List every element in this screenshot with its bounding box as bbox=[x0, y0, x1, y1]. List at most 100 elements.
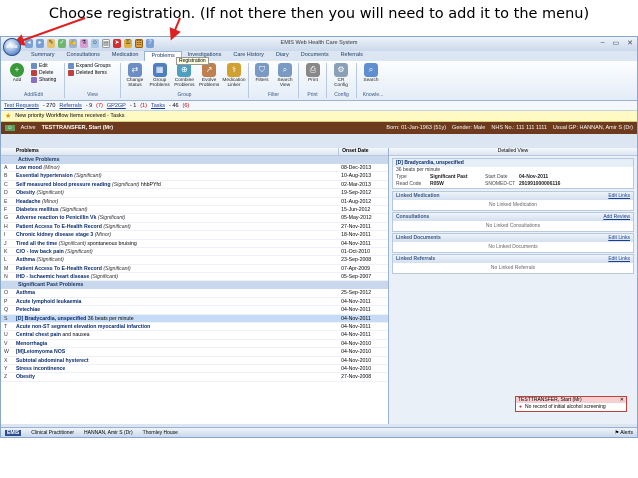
linked-section-action[interactable]: Edit Links bbox=[608, 192, 630, 200]
evolve-problems-button[interactable]: ↗ Evolve Problems bbox=[198, 63, 220, 88]
gp2gp-link[interactable]: GP2GP bbox=[107, 103, 126, 109]
printer-icon: ⎙ bbox=[306, 63, 320, 77]
problem-onset-date: 02-Mar-2013 bbox=[341, 181, 371, 188]
problem-row[interactable]: V Menorrhagia 04-Nov-2010 bbox=[1, 340, 388, 349]
bell-icon: ⚑ bbox=[614, 429, 620, 436]
linked-section-linked-referrals: Linked Referrals Edit Links No Linked Refe… bbox=[392, 254, 634, 274]
linked-section-action[interactable]: Edit Links bbox=[608, 234, 630, 242]
change-status-button[interactable]: ⇄ Change Status bbox=[124, 63, 146, 88]
problem-severity: (Significant) bbox=[58, 240, 86, 247]
problem-onset-date: 04-Nov-2010 bbox=[341, 357, 372, 364]
tab-summary[interactable]: Summary bbox=[25, 51, 61, 61]
problem-name: Asthma bbox=[15, 257, 35, 264]
problem-row[interactable]: W [M]Leiomyoma NOS 04-Nov-2010 bbox=[1, 348, 388, 357]
problem-onset-date: 04-Nov-2010 bbox=[341, 365, 372, 372]
problem-letter: U bbox=[4, 332, 8, 339]
problem-name: Central chest pain bbox=[15, 332, 61, 339]
knowledge-search-button[interactable]: ⌕ Search bbox=[360, 63, 382, 83]
problem-extra: spontaneous bruising bbox=[87, 240, 137, 247]
referrals-link[interactable]: Referrals bbox=[59, 103, 81, 109]
problem-row[interactable]: B Essential hypertension (Significant) 10… bbox=[1, 172, 388, 181]
problem-row[interactable]: I Chronic kidney disease stage 3 (Minor) … bbox=[1, 231, 388, 240]
group-problems-button[interactable]: ▦ Group Problems bbox=[149, 63, 171, 88]
expand-groups-button[interactable]: Expand Groups bbox=[68, 63, 117, 69]
tab-referrals[interactable]: Referrals bbox=[335, 51, 369, 61]
problem-name: Adverse reaction to Penicillin Vk bbox=[15, 215, 97, 222]
problem-row[interactable]: M Patient Access To E-Health Record (Sign… bbox=[1, 265, 388, 274]
problem-onset-date: 01-Aug-2012 bbox=[341, 198, 372, 205]
combine-problems-button[interactable]: ⊕ Combine Problems bbox=[174, 63, 196, 88]
sharing-button[interactable]: Sharing bbox=[31, 77, 56, 83]
emis-orb-button[interactable]: emis bbox=[3, 38, 21, 56]
medication-linker-button[interactable]: ⚕ Medication Linker bbox=[222, 63, 246, 88]
problem-row[interactable]: P Acute lymphoid leukaemia 04-Nov-2011 bbox=[1, 298, 388, 307]
linked-section-title: Linked Documents bbox=[396, 235, 441, 241]
problem-row[interactable]: Q Petechiae 04-Nov-2011 bbox=[1, 306, 388, 315]
test-requests-link[interactable]: Test Requests bbox=[4, 103, 39, 109]
alert-popup[interactable]: TESTTRANSFER, Start (Mr) ✕ ● No record of … bbox=[515, 396, 627, 412]
active-problems-header[interactable]: Active Problems bbox=[1, 156, 388, 164]
maximize-icon[interactable]: ▭ bbox=[613, 39, 620, 47]
problem-row[interactable]: S [D] Bradycardia, unspecified 36 beats p… bbox=[1, 314, 388, 324]
linked-section-action[interactable]: Add Review bbox=[603, 213, 630, 221]
onset-column[interactable]: Onset Date bbox=[338, 148, 388, 155]
linked-section-action[interactable]: Edit Links bbox=[608, 255, 630, 263]
edit-button[interactable]: Edit bbox=[31, 63, 56, 69]
filters-button[interactable]: ⛉ Filters bbox=[252, 63, 272, 88]
problem-letter: T bbox=[4, 324, 8, 331]
tab-diary[interactable]: Diary bbox=[270, 51, 295, 61]
problem-row[interactable]: X Subtotal abdominal hysterect 04-Nov-201… bbox=[1, 357, 388, 365]
problem-name: Menorrhagia bbox=[15, 340, 48, 347]
close-icon[interactable]: ✕ bbox=[627, 39, 633, 47]
problem-name: Low mood bbox=[15, 165, 42, 171]
deleted-items-button[interactable]: Deleted Items bbox=[68, 70, 117, 76]
problem-text: C/O - low back pain (Significant) bbox=[16, 248, 338, 255]
problem-row[interactable]: D Obesity (Significant) 19-Sep-2012 bbox=[1, 189, 388, 198]
status-icon: ⇄ bbox=[127, 63, 142, 77]
linked-section-title: Consultations bbox=[396, 214, 430, 220]
problem-name: C/O - low back pain bbox=[15, 248, 64, 255]
linked-section-empty: No Linked Consultations bbox=[485, 223, 541, 229]
delete-button[interactable]: Delete bbox=[31, 70, 56, 76]
problem-row[interactable]: A Low mood (Minor) 08-Dec-2013 bbox=[1, 164, 388, 173]
cr-config-button[interactable]: ⚙ CR Config bbox=[330, 63, 352, 88]
problem-row[interactable]: C Self measured blood pressure reading (S… bbox=[1, 181, 388, 190]
tab-documents[interactable]: Documents bbox=[295, 51, 335, 61]
problem-row[interactable]: U Central chest pain and nausea 04-Nov-201… bbox=[1, 331, 388, 340]
problem-row[interactable]: N IHD - Ischaemic heart disease (Signific… bbox=[1, 273, 388, 282]
alert-close-icon[interactable]: ✕ bbox=[620, 397, 624, 403]
print-button[interactable]: ⎙ Print bbox=[302, 63, 324, 83]
problem-row[interactable]: J Tired all the time (Significant) sponta… bbox=[1, 240, 388, 248]
problem-letter: N bbox=[4, 274, 8, 281]
patient-usual-gp: Usual GP: HANNAN, Amir S (Dr) bbox=[552, 125, 633, 131]
problem-row[interactable]: G Adverse reaction to Penicillin Vk (Sign… bbox=[1, 214, 388, 223]
problem-row[interactable]: K C/O - low back pain (Significant) 01-Oc… bbox=[1, 248, 388, 257]
patient-name[interactable]: TESTTRANSFER, Start (Mr) bbox=[42, 125, 114, 131]
problem-row[interactable]: T Acute non-ST segment elevation myocardi… bbox=[1, 323, 388, 332]
problem-row[interactable]: H Patient Access To E-Health Record (Sign… bbox=[1, 223, 388, 232]
tab-consultations[interactable]: Consultations bbox=[61, 51, 106, 61]
tasks-link[interactable]: Tasks bbox=[151, 103, 165, 109]
problem-column[interactable]: Problems bbox=[1, 148, 338, 155]
workflow-bar: Test Requests - 270 Referrals - 9 (7) GP2GP… bbox=[1, 101, 637, 111]
tab-care-history[interactable]: Care History bbox=[227, 51, 270, 61]
problem-row[interactable]: Z Obesity 27-Nov-2008 bbox=[1, 373, 388, 382]
minimize-icon[interactable]: – bbox=[601, 39, 605, 47]
combine-icon: ⊕ bbox=[177, 63, 192, 77]
workflow-notice[interactable]: ★ New priority Workflow Items received -… bbox=[1, 111, 637, 122]
add-button[interactable]: + Add bbox=[6, 63, 28, 83]
problem-row[interactable]: Y Stress incontinence 04-Nov-2010 bbox=[1, 365, 388, 374]
problem-text: Stress incontinence bbox=[16, 365, 338, 372]
problem-row[interactable]: F Diabetes mellitus (Significant) 15-Jun-… bbox=[1, 206, 388, 215]
problem-row[interactable]: L Asthma (Significant) 23-Sep-2008 bbox=[1, 256, 388, 265]
problem-row[interactable]: O Asthma 25-Sep-2012 bbox=[1, 289, 388, 298]
problem-row[interactable]: E Headache (Minor) 01-Aug-2012 bbox=[1, 198, 388, 206]
tab-medication[interactable]: Medication bbox=[106, 51, 145, 61]
patient-status: Active bbox=[20, 125, 36, 131]
alerts-button[interactable]: ⚑ Alerts bbox=[615, 430, 633, 436]
filter-icon: ⛉ bbox=[255, 63, 269, 77]
problem-onset-date: 18-Nov-2011 bbox=[341, 232, 371, 239]
instruction-caption: Choose registration. (If not there then … bbox=[48, 6, 590, 22]
past-problems-header[interactable]: Significant Past Problems bbox=[1, 281, 388, 290]
search-view-button[interactable]: ⌕ Search View bbox=[275, 63, 295, 88]
